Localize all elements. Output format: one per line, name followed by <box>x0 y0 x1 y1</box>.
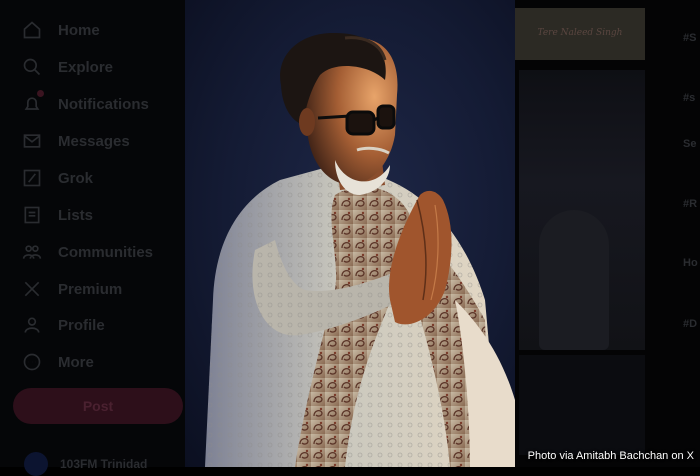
nav-communities[interactable]: Communities <box>22 240 153 264</box>
portrait-illustration <box>205 32 515 467</box>
nav-premium[interactable]: Premium <box>22 277 122 301</box>
nav-messages[interactable]: Messages <box>22 129 130 153</box>
notification-dot <box>37 90 44 97</box>
nav-home-label: Home <box>58 21 100 39</box>
nav-communities-label: Communities <box>58 243 154 261</box>
timeline-thumbnail-card[interactable]: Tere Naleed Singh <box>515 8 645 60</box>
trend-snippet[interactable]: Se <box>683 138 696 150</box>
timeline-thumbnail-photo[interactable] <box>519 70 645 350</box>
avatar <box>24 452 48 476</box>
trend-snippet[interactable]: #D <box>683 318 697 330</box>
nav-premium-label: Premium <box>58 280 123 298</box>
account-name: 103FM Trinidad <box>60 457 148 471</box>
nav-home[interactable]: Home <box>22 18 100 42</box>
mail-icon <box>23 134 41 148</box>
nav-grok-label: Grok <box>58 169 94 187</box>
account-switcher[interactable]: 103FM Trinidad <box>24 452 147 476</box>
timeline-thumbnail-dark[interactable] <box>519 355 645 455</box>
more-icon <box>23 353 41 371</box>
nav-more-label: More <box>58 353 94 371</box>
post-button[interactable]: Post <box>13 388 183 424</box>
trend-snippet[interactable]: #S <box>683 32 696 44</box>
home-icon <box>23 21 41 39</box>
x-logo-icon <box>24 281 40 297</box>
nav-more[interactable]: More <box>22 350 94 374</box>
nav-messages-label: Messages <box>58 132 130 150</box>
trend-snippet[interactable]: #s <box>683 92 695 104</box>
thumbnail-card-text: Tere Naleed Singh <box>537 28 623 38</box>
list-icon <box>24 206 40 224</box>
nav-lists[interactable]: Lists <box>22 203 93 227</box>
trend-snippet[interactable]: Ho <box>683 257 698 269</box>
nav-lists-label: Lists <box>58 206 94 224</box>
search-icon <box>23 58 41 76</box>
grok-icon <box>23 169 41 187</box>
person-icon <box>24 317 40 333</box>
sidebar-nav: Home Explore Notifications Messages Grok… <box>0 0 185 476</box>
people-icon <box>22 245 42 259</box>
nav-explore[interactable]: Explore <box>22 55 113 79</box>
photo-credit-caption: Photo via Amitabh Bachchan on X <box>527 450 694 462</box>
nav-profile[interactable]: Profile <box>22 313 105 337</box>
trend-snippet[interactable]: #R <box>683 198 697 210</box>
bell-icon <box>24 97 40 110</box>
nav-notifications[interactable]: Notifications <box>22 90 149 116</box>
nav-notifications-label: Notifications <box>58 95 149 113</box>
thumbnail-figure <box>539 210 609 350</box>
media-photo[interactable] <box>185 0 515 467</box>
nav-profile-label: Profile <box>58 316 105 334</box>
nav-grok[interactable]: Grok <box>22 166 93 190</box>
nav-explore-label: Explore <box>58 58 114 76</box>
